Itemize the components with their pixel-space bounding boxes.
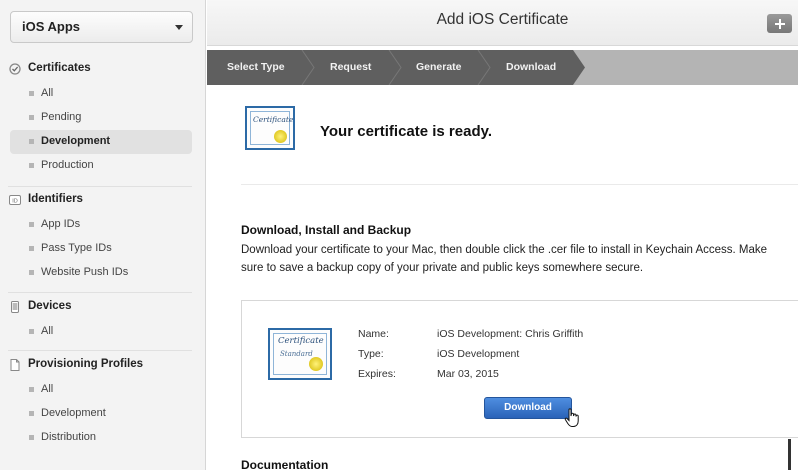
sidebar: iOS Apps Certificates All Pending Develo… [0, 0, 206, 470]
sidebar-item-profiles-distribution[interactable]: Distribution [10, 426, 192, 450]
add-button[interactable] [767, 14, 792, 33]
bullet-icon [29, 270, 34, 275]
divider [8, 350, 192, 351]
sidebar-item-label: Production [41, 159, 94, 171]
bullet-icon [29, 246, 34, 251]
device-icon [11, 301, 19, 313]
hand-cursor-icon [564, 408, 579, 427]
section-certificates[interactable]: Certificates [0, 60, 192, 80]
sidebar-item-label: Pass Type IDs [41, 242, 112, 254]
bullet-icon [29, 329, 34, 334]
sidebar-item-label: App IDs [41, 218, 81, 230]
certificate-icon-label: Certificate [278, 336, 324, 346]
chevron-down-icon [175, 25, 183, 30]
sidebar-item-label: All [41, 383, 54, 395]
step-progress-bar: Select Type Request Generate Download [207, 50, 798, 85]
bullet-icon [29, 163, 34, 168]
section-title: Certificates [28, 62, 91, 74]
app-type-label: iOS Apps [22, 19, 81, 34]
section-devices[interactable]: Devices [0, 298, 192, 318]
bullet-icon [29, 411, 34, 416]
divider [8, 186, 192, 187]
step-request: Request [330, 61, 372, 73]
certificate-card: Certificate Standard Name: iOS Developme… [241, 300, 798, 438]
sidebar-item-label: All [41, 87, 54, 99]
divider [241, 184, 798, 185]
step-separator-icon [477, 50, 491, 85]
bullet-icon [29, 139, 34, 144]
sidebar-item-website-push-ids[interactable]: Website Push IDs [10, 261, 192, 285]
type-label: Type: [358, 348, 384, 360]
download-description: Download your certificate to your Mac, t… [241, 244, 768, 274]
bullet-icon [29, 115, 34, 120]
section-title: Devices [28, 300, 72, 312]
ready-message: Your certificate is ready. [320, 123, 493, 140]
sidebar-item-profiles-all[interactable]: All [10, 378, 192, 402]
certificate-icon: Certificate Standard [268, 328, 332, 380]
sidebar-item-devices-all[interactable]: All [10, 320, 192, 344]
header: Add iOS Certificate [207, 0, 798, 46]
section-identifiers[interactable]: ID Identifiers [0, 191, 192, 211]
certificate-icon: Certificate [245, 106, 295, 150]
sidebar-item-label: Website Push IDs [41, 266, 129, 278]
step-generate: Generate [416, 61, 462, 73]
id-icon: ID [9, 195, 21, 205]
documentation-heading: Documentation [241, 458, 329, 470]
step-download: Download [506, 61, 557, 73]
sidebar-item-pending[interactable]: Pending [10, 106, 192, 130]
section-title: Provisioning Profiles [28, 358, 144, 370]
document-icon [10, 359, 20, 371]
main-content: Certificate Your certificate is ready. D… [207, 85, 798, 470]
divider [8, 292, 192, 293]
step-separator-icon [301, 50, 315, 85]
step-separator-icon [388, 50, 402, 85]
sidebar-item-label: All [41, 325, 54, 337]
expires-label: Expires: [358, 368, 396, 380]
bullet-icon [29, 435, 34, 440]
certificate-icon [9, 63, 21, 75]
sidebar-item-label: Development [41, 407, 106, 419]
type-value: iOS Development [437, 348, 520, 360]
scrollbar[interactable] [788, 439, 791, 470]
expires-value: Mar 03, 2015 [437, 368, 499, 380]
bullet-icon [29, 222, 34, 227]
seal-icon [274, 130, 287, 143]
app-type-select[interactable]: iOS Apps [10, 11, 193, 43]
sidebar-item-label: Development [41, 135, 111, 147]
section-provisioning-profiles[interactable]: Provisioning Profiles [0, 356, 192, 376]
sidebar-item-certificates-all[interactable]: All [10, 82, 192, 106]
certificate-icon-label: Certificate [253, 115, 294, 124]
certificate-icon-sublabel: Standard [280, 350, 313, 358]
seal-icon [309, 357, 323, 371]
section-title: Identifiers [28, 193, 83, 205]
bullet-icon [29, 91, 34, 96]
sidebar-item-development[interactable]: Development [10, 130, 192, 154]
page-title: Add iOS Certificate [436, 11, 569, 28]
sidebar-item-pass-type-ids[interactable]: Pass Type IDs [10, 237, 192, 261]
svg-text:ID: ID [12, 199, 18, 205]
sidebar-item-production[interactable]: Production [10, 154, 192, 178]
sidebar-item-label: Pending [41, 111, 82, 123]
name-value: iOS Development: Chris Griffith [437, 328, 584, 340]
download-button[interactable]: Download [484, 397, 572, 419]
bullet-icon [29, 387, 34, 392]
download-heading: Download, Install and Backup [241, 223, 412, 237]
sidebar-item-app-ids[interactable]: App IDs [10, 213, 192, 237]
sidebar-item-profiles-development[interactable]: Development [10, 402, 192, 426]
sidebar-item-label: Distribution [41, 431, 97, 443]
name-label: Name: [358, 328, 389, 340]
step-select-type: Select Type [227, 61, 285, 73]
